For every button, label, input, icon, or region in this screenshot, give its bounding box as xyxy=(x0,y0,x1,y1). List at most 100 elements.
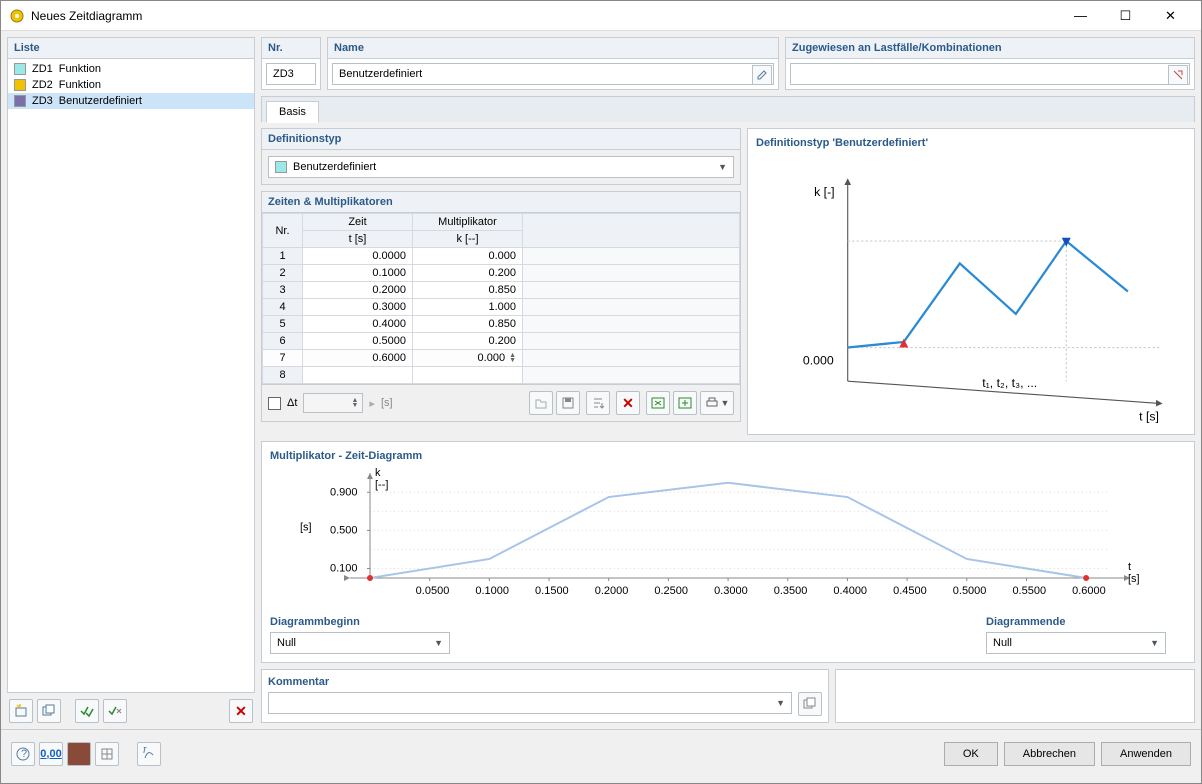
delete-row-button[interactable]: ✕ xyxy=(616,391,640,415)
deftype-select[interactable]: Benutzerdefiniert ▼ xyxy=(268,156,734,178)
definition-preview-panel: Definitionstyp 'Benutzerdefiniert' k [-]… xyxy=(747,128,1195,435)
chevron-down-icon: ▼ xyxy=(434,638,443,648)
svg-text:0.3500: 0.3500 xyxy=(774,585,808,597)
sort-button[interactable] xyxy=(586,391,610,415)
spinner-icon[interactable]: ▲▼ xyxy=(509,353,516,363)
table-row[interactable]: 30.20000.850 xyxy=(263,282,740,299)
minimize-button[interactable]: — xyxy=(1058,1,1103,30)
time-multiplier-table[interactable]: Nr. Zeit Multiplikator t [s] k [--] xyxy=(262,213,740,384)
svg-text:0.4500: 0.4500 xyxy=(893,585,927,597)
item-label: Funktion xyxy=(59,79,101,91)
diag-begin-label: Diagrammbeginn xyxy=(270,616,946,628)
col-time-unit: t [s] xyxy=(303,231,413,248)
svg-text:0.1000: 0.1000 xyxy=(475,585,509,597)
delete-item-button[interactable]: ✕ xyxy=(229,699,253,723)
preview-title: Definitionstyp 'Benutzerdefiniert' xyxy=(756,137,1186,149)
app-icon xyxy=(9,8,25,24)
table-row[interactable]: 10.00000.000 xyxy=(263,248,740,265)
svg-text:0.5500: 0.5500 xyxy=(1012,585,1046,597)
diag-end-value: Null xyxy=(993,637,1012,649)
svg-text:0.0500: 0.0500 xyxy=(416,585,450,597)
list-item[interactable]: ZD1Funktion xyxy=(8,61,254,77)
col-nr: Nr. xyxy=(263,214,303,248)
table-header: Zeiten & Multiplikatoren xyxy=(261,191,741,213)
delta-label: Δt xyxy=(287,397,297,409)
table-row[interactable]: 40.30001.000 xyxy=(263,299,740,316)
color-button[interactable] xyxy=(67,742,91,766)
preview-ylabel: k [-] xyxy=(814,185,835,199)
print-dropdown-button[interactable]: ▼ xyxy=(700,391,734,415)
svg-text:0.3000: 0.3000 xyxy=(714,585,748,597)
svg-text:0.100: 0.100 xyxy=(330,562,358,574)
delta-t-checkbox[interactable] xyxy=(268,397,281,410)
col-time: Zeit xyxy=(303,214,413,231)
tab-basis[interactable]: Basis xyxy=(266,101,319,123)
ok-button[interactable]: OK xyxy=(944,742,998,766)
col-mult: Multiplikator xyxy=(413,214,523,231)
name-header: Name xyxy=(328,38,778,59)
color-chip xyxy=(14,95,26,107)
preview-chart: k [-] t [s] 0.000 t₁, t₂, t₃, ... xyxy=(756,157,1186,426)
svg-text:t: t xyxy=(1128,561,1131,573)
table-row[interactable]: 20.10000.200 xyxy=(263,265,740,282)
comment-library-button[interactable] xyxy=(798,692,822,716)
svg-text:?: ? xyxy=(21,748,27,760)
table-row[interactable]: 50.40000.850 xyxy=(263,316,740,333)
assigned-pick-button[interactable] xyxy=(1168,65,1188,85)
table-row[interactable]: 60.50000.200 xyxy=(263,333,740,350)
extra-panel xyxy=(835,669,1195,723)
spinner-icon: ▲▼ xyxy=(351,398,358,408)
diag-begin-value: Null xyxy=(277,637,296,649)
chart-title: Multiplikator - Zeit-Diagramm xyxy=(270,450,1186,462)
export-excel-button[interactable] xyxy=(646,391,670,415)
function-button[interactable]: f xyxy=(137,742,161,766)
svg-text:0.2000: 0.2000 xyxy=(595,585,629,597)
import-excel-button[interactable] xyxy=(673,391,697,415)
item-label: Benutzerdefiniert xyxy=(59,95,142,107)
deftype-value: Benutzerdefiniert xyxy=(293,161,376,173)
titlebar: Neues Zeitdiagramm — ☐ ✕ xyxy=(1,1,1201,31)
svg-text:0.5000: 0.5000 xyxy=(953,585,987,597)
list-panel: Liste ZD1Funktion ZD2 Funktion ZD3Benutzerd… xyxy=(7,37,255,693)
delta-unit: [s] xyxy=(381,397,393,409)
uncheck-all-button[interactable] xyxy=(103,699,127,723)
diag-begin-select[interactable]: Null ▼ xyxy=(270,632,450,654)
maximize-button[interactable]: ☐ xyxy=(1103,1,1148,30)
diag-end-label: Diagrammende xyxy=(986,616,1186,628)
list-item[interactable]: ZD3Benutzerdefiniert xyxy=(8,93,254,109)
edit-name-button[interactable] xyxy=(752,65,772,85)
diag-end-select[interactable]: Null▼ xyxy=(986,632,1166,654)
apply-button[interactable]: Anwenden xyxy=(1101,742,1191,766)
comment-field[interactable]: ▼ xyxy=(268,692,792,714)
svg-text:k: k xyxy=(375,468,381,479)
item-id: ZD2 xyxy=(32,79,53,91)
list-item[interactable]: ZD2 Funktion xyxy=(8,77,254,93)
tabs: Basis xyxy=(261,96,1195,122)
delta-t-field[interactable]: ▲▼ xyxy=(303,393,363,413)
chevron-down-icon: ▼ xyxy=(718,162,727,172)
color-chip xyxy=(14,79,26,91)
table-row[interactable]: 8 xyxy=(263,367,740,384)
name-field[interactable]: Benutzerdefiniert xyxy=(332,63,774,85)
units-button[interactable]: 0,00 xyxy=(39,742,63,766)
assigned-field[interactable] xyxy=(790,63,1190,85)
assigned-panel: Zugewiesen an Lastfälle/Kombinationen xyxy=(785,37,1195,90)
deftype-header: Definitionstyp xyxy=(261,128,741,150)
check-all-button[interactable] xyxy=(75,699,99,723)
cancel-button[interactable]: Abbrechen xyxy=(1004,742,1095,766)
new-item-button[interactable] xyxy=(9,699,33,723)
col-mult-unit: k [--] xyxy=(413,231,523,248)
comment-label: Kommentar xyxy=(268,676,822,688)
save-button[interactable] xyxy=(556,391,580,415)
svg-text:[s]: [s] xyxy=(300,521,312,533)
table-row[interactable]: 70.60000.000▲▼ xyxy=(263,350,740,367)
item-label: Funktion xyxy=(59,63,101,75)
name-panel: Name Benutzerdefiniert xyxy=(327,37,779,90)
open-button[interactable] xyxy=(529,391,553,415)
help-button[interactable]: ? xyxy=(11,742,35,766)
copy-item-button[interactable] xyxy=(37,699,61,723)
list-header: Liste xyxy=(8,38,254,59)
svg-text:0.6000: 0.6000 xyxy=(1072,585,1106,597)
close-button[interactable]: ✕ xyxy=(1148,1,1193,30)
grid-button[interactable] xyxy=(95,742,119,766)
